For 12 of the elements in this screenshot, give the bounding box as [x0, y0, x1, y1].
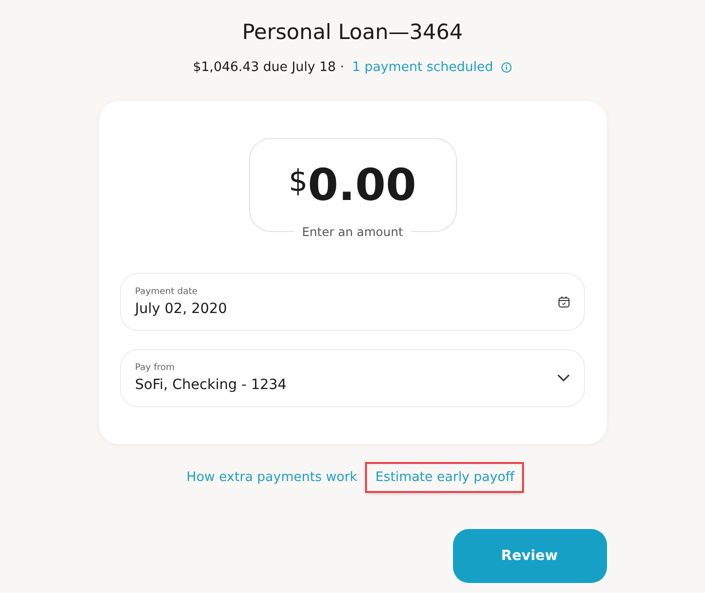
account-select[interactable]: Pay from SoFi, Checking - 1234 — [120, 349, 585, 407]
review-button[interactable]: Review — [452, 529, 606, 583]
scheduled-link[interactable]: 1 payment scheduled — [348, 54, 498, 81]
amount-field[interactable]: $0.00 Enter an amount — [248, 138, 456, 240]
payoff-link[interactable]: Estimate early payoff — [367, 464, 522, 491]
date-field[interactable]: Payment date July 02, 2020 — [120, 273, 585, 331]
loan-title: Personal Loan—3464 — [242, 19, 463, 46]
help-link[interactable]: How extra payments work — [182, 464, 362, 491]
calendar-icon[interactable] — [558, 296, 570, 308]
chevron-down-icon[interactable] — [557, 374, 570, 382]
info-icon[interactable] — [501, 62, 512, 73]
due-text: $1,046.43 due July 18 · — [192, 60, 344, 75]
